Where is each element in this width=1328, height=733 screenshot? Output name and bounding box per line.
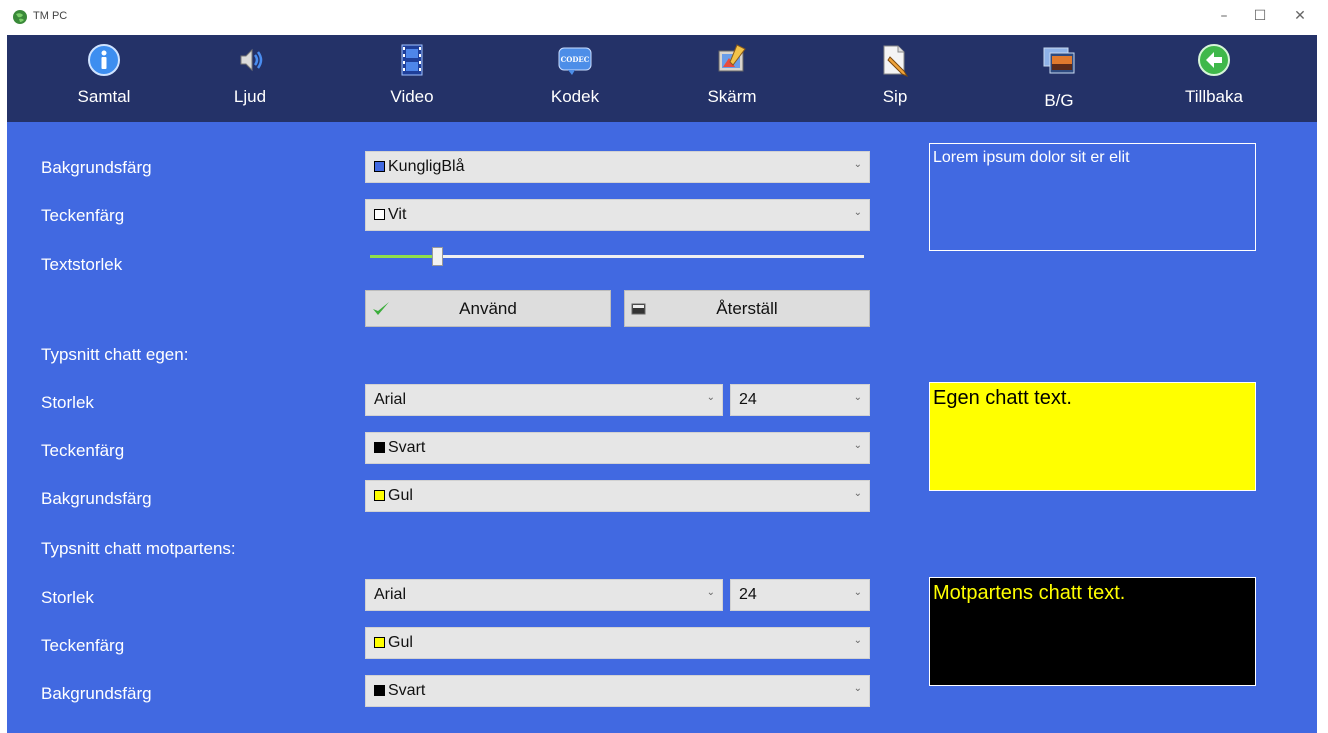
window-title: TM PC: [33, 10, 68, 22]
chevron-down-icon: ⌄: [853, 207, 862, 218]
own-size-label: Storlek: [41, 393, 94, 412]
own-chat-heading: Typsnitt chatt egen:: [41, 345, 189, 364]
settings-panel: Bakgrundsfärg KungligBlå ⌄ Teckenfärg Vi…: [7, 122, 1317, 733]
chevron-down-icon: ⌄: [706, 392, 715, 403]
toolbar-label: Samtal: [77, 87, 131, 106]
bg-color-dropdown[interactable]: KungligBlå ⌄: [365, 151, 870, 183]
screen-paint-icon: [718, 44, 746, 72]
toolbar-label: Ljud: [233, 87, 267, 106]
own-size-dropdown[interactable]: 24 ⌄: [730, 384, 870, 416]
remote-size-label: Storlek: [41, 588, 94, 607]
color-swatch: [374, 637, 385, 648]
maximize-button[interactable]: ☐: [1248, 6, 1272, 26]
remote-size-dropdown[interactable]: 24 ⌄: [730, 579, 870, 611]
dropdown-value: 24: [739, 586, 757, 603]
chevron-down-icon: ⌄: [853, 440, 862, 451]
color-swatch: [374, 442, 385, 453]
dropdown-value: 24: [739, 391, 757, 408]
dropdown-value: Svart: [388, 682, 426, 699]
own-font-dropdown[interactable]: Arial ⌄: [365, 384, 723, 416]
chevron-down-icon: ⌄: [853, 159, 862, 170]
minimize-button[interactable]: –: [1212, 6, 1236, 26]
codec-icon: CODEC: [558, 47, 592, 75]
remote-bg-color-dropdown[interactable]: Svart ⌄: [365, 675, 870, 707]
slider-track: [370, 255, 864, 258]
text-size-label: Textstorlek: [41, 255, 123, 274]
toolbar-label: Skärm: [707, 87, 757, 106]
own-text-color-label: Teckenfärg: [41, 441, 125, 460]
toolbar-tillbaka-button[interactable]: Tillbaka: [1164, 35, 1264, 122]
text-color-label: Teckenfärg: [41, 206, 125, 225]
film-icon: [401, 44, 423, 76]
chevron-down-icon: ⌄: [853, 392, 862, 403]
dropdown-value: Vit: [388, 206, 407, 223]
main-toolbar: Samtal Ljud Video CODEC Kodek Skärm Sip …: [7, 35, 1317, 122]
close-button[interactable]: ✕: [1288, 6, 1312, 26]
speaker-icon: [240, 48, 263, 72]
general-preview-text: Lorem ipsum dolor sit er elit: [933, 149, 1130, 166]
slider-thumb[interactable]: [432, 247, 443, 266]
remote-chat-preview-box: Motpartens chatt text.: [929, 577, 1256, 686]
dropdown-value: Gul: [388, 634, 413, 651]
color-swatch: [374, 161, 385, 172]
own-bg-color-label: Bakgrundsfärg: [41, 489, 152, 508]
remote-text-color-dropdown[interactable]: Gul ⌄: [365, 627, 870, 659]
title-bar: TM PC – ☐ ✕: [0, 0, 1328, 35]
apply-button[interactable]: Använd: [365, 290, 611, 327]
own-bg-color-dropdown[interactable]: Gul ⌄: [365, 480, 870, 512]
toolbar-skarm-button[interactable]: Skärm: [682, 35, 782, 122]
text-size-slider[interactable]: [370, 246, 864, 266]
own-chat-preview-text: Egen chatt text.: [933, 387, 1072, 409]
toolbar-video-button[interactable]: Video: [362, 35, 462, 122]
toolbar-label: B/G: [1044, 91, 1074, 110]
reset-button-label: Återställ: [716, 299, 778, 318]
toolbar-sip-button[interactable]: Sip: [850, 35, 940, 122]
bg-color-label: Bakgrundsfärg: [41, 158, 152, 177]
back-arrow-icon: [1198, 44, 1230, 76]
remote-bg-color-label: Bakgrundsfärg: [41, 684, 152, 703]
background-image-icon: [1043, 47, 1075, 74]
chevron-down-icon: ⌄: [853, 587, 862, 598]
chevron-down-icon: ⌄: [853, 635, 862, 646]
chevron-down-icon: ⌄: [706, 587, 715, 598]
toolbar-label: Tillbaka: [1185, 87, 1243, 106]
reset-button[interactable]: Återställ: [624, 290, 870, 327]
remote-chat-heading: Typsnitt chatt motpartens:: [41, 539, 236, 558]
remote-text-color-label: Teckenfärg: [41, 636, 125, 655]
own-chat-preview-box: Egen chatt text.: [929, 382, 1256, 491]
apply-button-label: Använd: [459, 299, 517, 318]
toolbar-ljud-button[interactable]: Ljud: [200, 35, 300, 122]
general-preview-box: Lorem ipsum dolor sit er elit: [929, 143, 1256, 251]
chevron-down-icon: ⌄: [853, 488, 862, 499]
toolbar-label: Video: [390, 87, 434, 106]
toolbar-samtal-button[interactable]: Samtal: [49, 35, 159, 122]
color-swatch: [374, 685, 385, 696]
toolbar-kodek-button[interactable]: CODEC Kodek: [525, 35, 625, 122]
toolbar-bg-button[interactable]: B/G: [1009, 35, 1109, 122]
remote-chat-preview-text: Motpartens chatt text.: [933, 582, 1126, 604]
toolbar-label: Kodek: [550, 87, 600, 106]
toolbar-label: Sip: [882, 87, 908, 106]
app-globe-icon: [13, 10, 27, 24]
dropdown-value: Gul: [388, 487, 413, 504]
slider-fill: [370, 255, 437, 258]
info-icon: [88, 44, 120, 76]
text-color-dropdown[interactable]: Vit ⌄: [365, 199, 870, 231]
dropdown-value: KungligBlå: [388, 158, 465, 175]
dropdown-value: Svart: [388, 439, 426, 456]
chevron-down-icon: ⌄: [853, 683, 862, 694]
own-text-color-dropdown[interactable]: Svart ⌄: [365, 432, 870, 464]
color-swatch: [374, 490, 385, 501]
color-swatch: [374, 209, 385, 220]
dropdown-value: Arial: [374, 586, 407, 603]
dropdown-value: Arial: [374, 391, 407, 408]
document-pencil-icon: [883, 45, 909, 77]
remote-font-dropdown[interactable]: Arial ⌄: [365, 579, 723, 611]
svg-text:CODEC: CODEC: [561, 55, 590, 64]
